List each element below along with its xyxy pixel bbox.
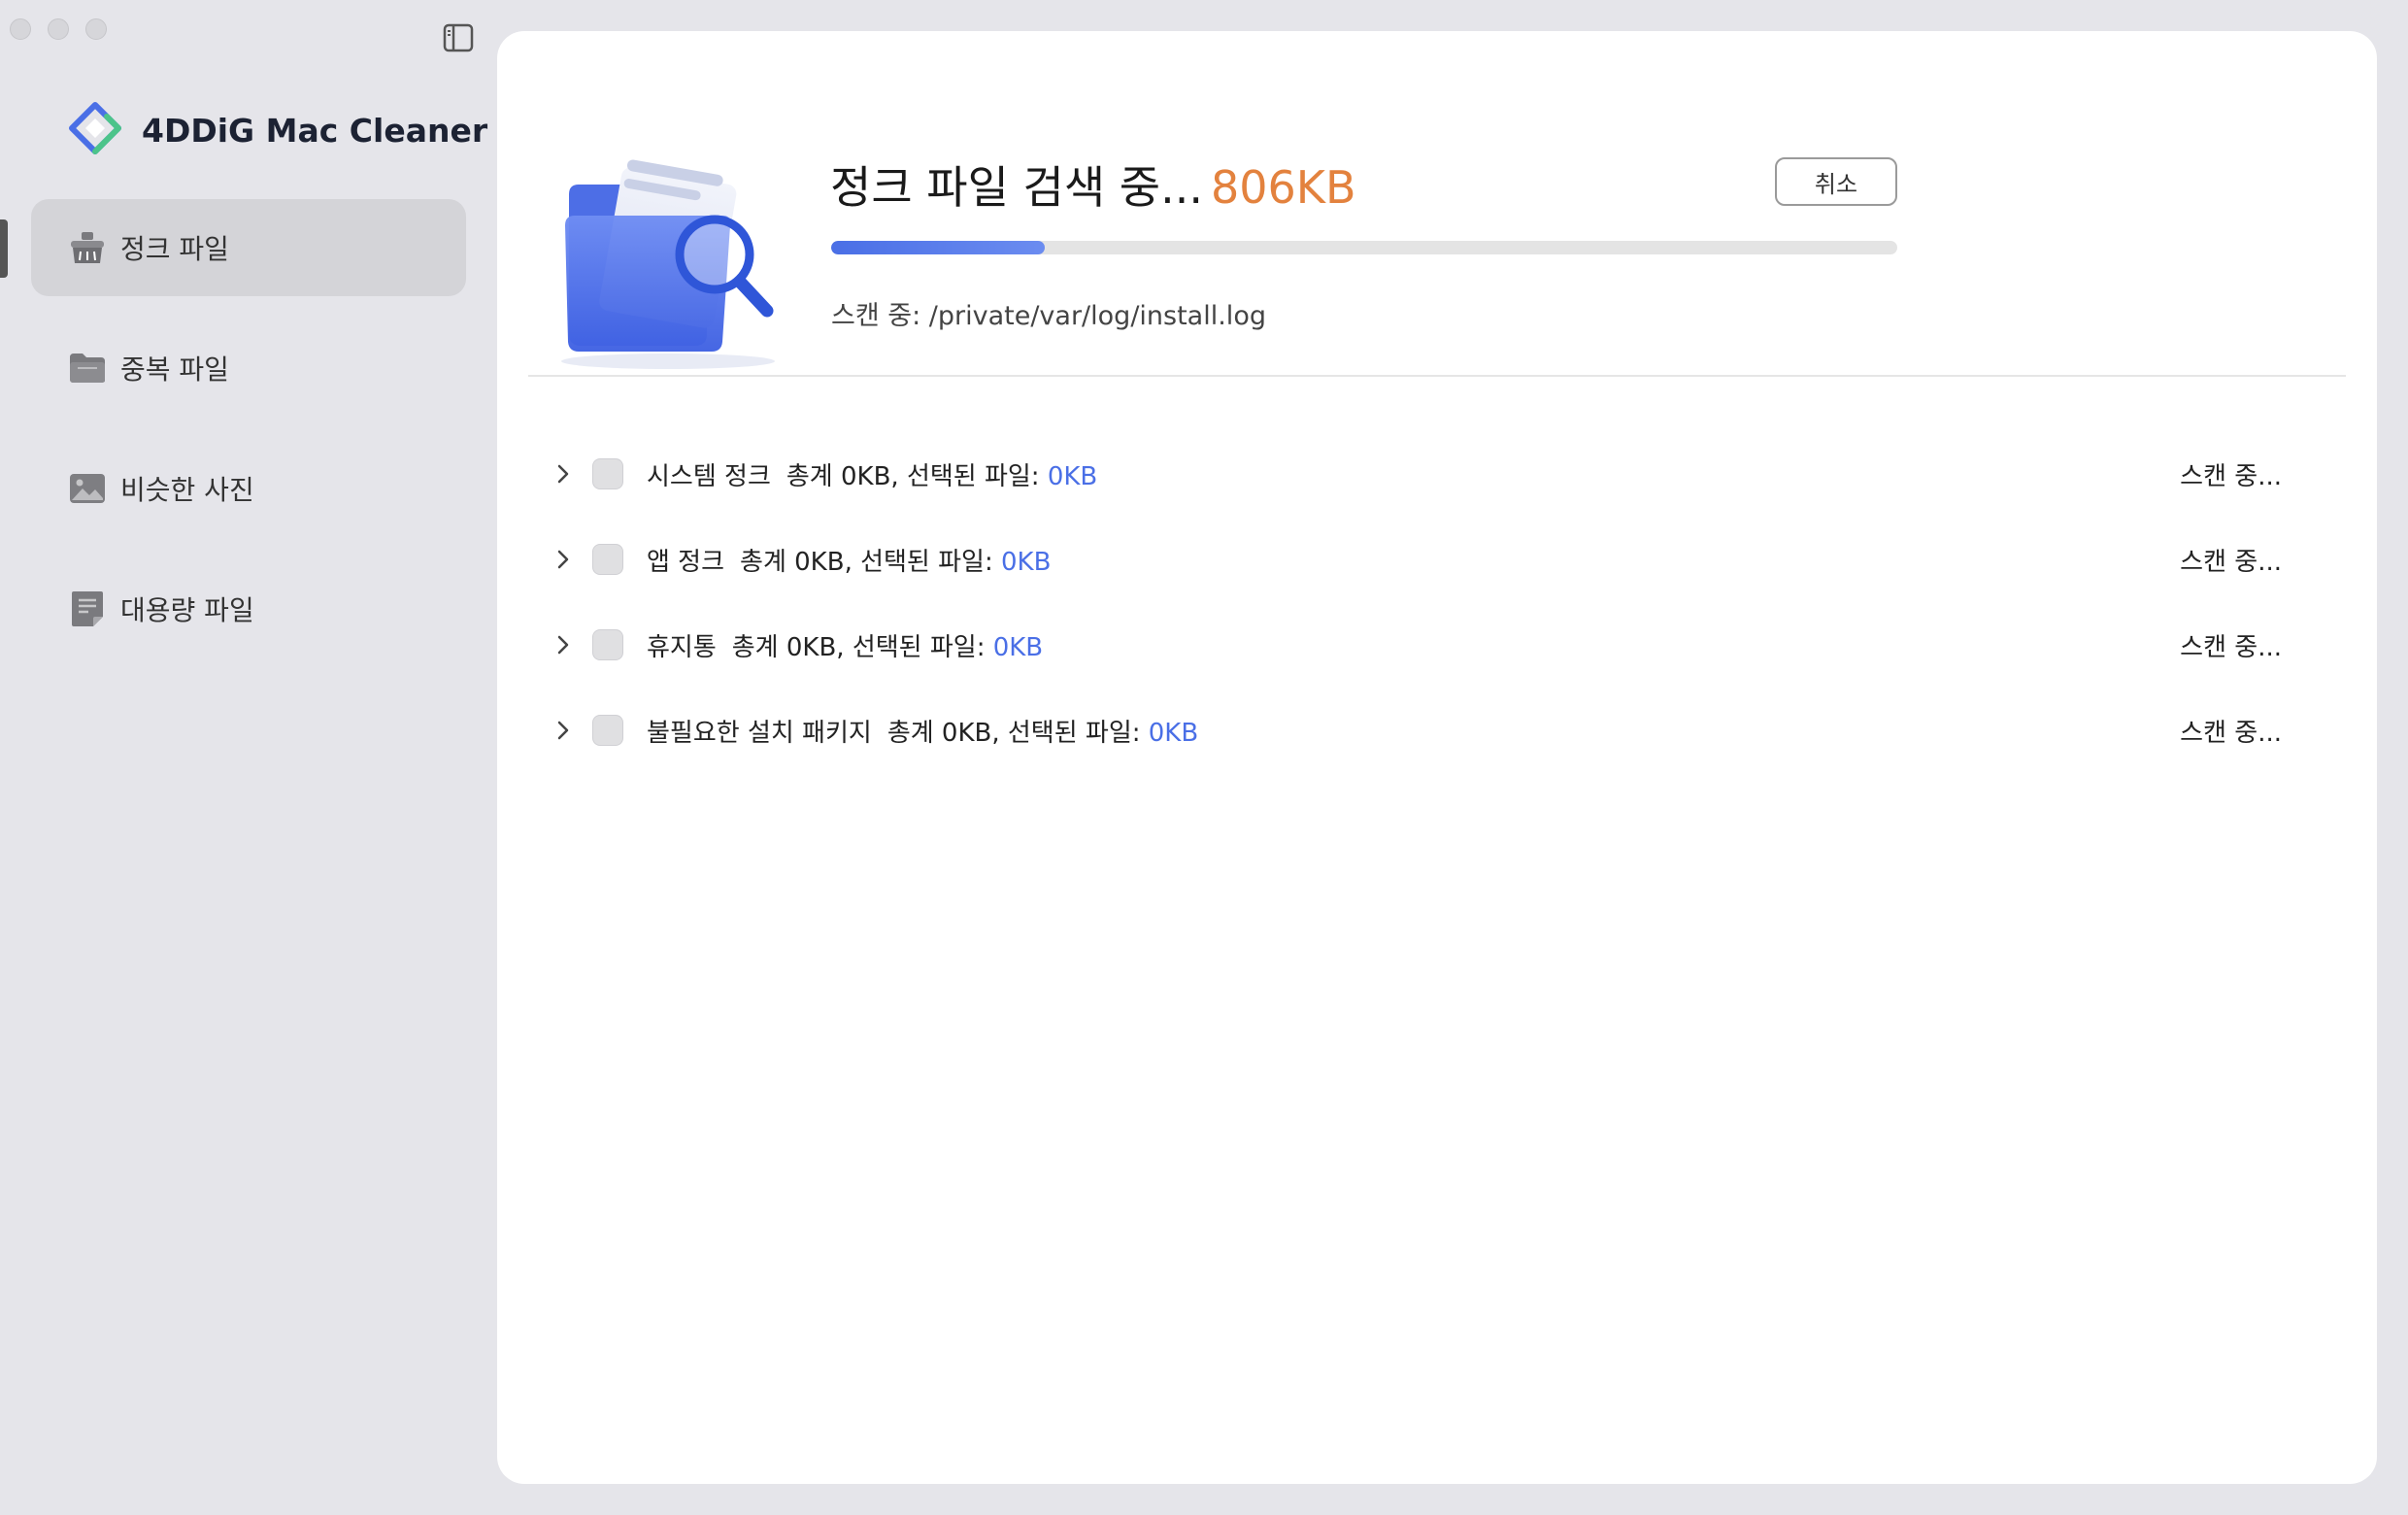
folder-icon — [68, 349, 107, 387]
scan-progress-bar — [831, 241, 1897, 254]
sidebar-item-large-files[interactable]: 대용량 파일 — [31, 560, 466, 657]
minimize-window-button[interactable] — [48, 18, 69, 40]
broom-icon — [68, 228, 107, 267]
category-summary: 총계 0KB, 선택된 파일: — [786, 462, 1048, 491]
category-summary: 총계 0KB, 선택된 파일: — [740, 548, 1001, 577]
category-status: 스캔 중... — [2180, 462, 2282, 491]
folder-search-icon — [552, 140, 804, 383]
scan-title-text: 정크 파일 검색 중... — [830, 161, 1203, 214]
large-file-icon — [68, 589, 107, 628]
chevron-right-icon[interactable] — [552, 629, 575, 660]
app-name: 4DDiG Mac Cleaner — [142, 111, 488, 150]
scan-progress-fill — [831, 241, 1045, 254]
window-controls — [10, 18, 107, 40]
close-window-button[interactable] — [10, 18, 31, 40]
category-info: 불필요한 설치 패키지 총계 0KB, 선택된 파일: 0KB — [647, 713, 1198, 749]
cancel-button[interactable]: 취소 — [1775, 157, 1897, 206]
category-row-install-packages[interactable]: 불필요한 설치 패키지 총계 0KB, 선택된 파일: 0KB 스캔 중... — [497, 688, 2377, 773]
chevron-right-icon[interactable] — [552, 544, 575, 575]
scan-header: 정크 파일 검색 중... 806KB 취소 스캔 중: /private/var… — [497, 31, 2377, 377]
scan-title: 정크 파일 검색 중... 806KB — [830, 152, 1356, 217]
category-selected-size: 0KB — [1000, 548, 1052, 577]
category-checkbox[interactable] — [592, 544, 623, 575]
divider — [528, 375, 2346, 377]
category-status: 스캔 중... — [2180, 719, 2282, 748]
category-checkbox[interactable] — [592, 629, 623, 660]
sidebar-item-label: 대용량 파일 — [120, 594, 254, 626]
category-name: 시스템 정크 — [647, 462, 771, 491]
sidebar-item-similar-photos[interactable]: 비슷한 사진 — [31, 440, 466, 537]
scan-size: 806KB — [1210, 161, 1356, 214]
category-name: 휴지통 — [647, 633, 717, 662]
category-checkbox[interactable] — [592, 715, 623, 746]
sidebar-nav: 정크 파일 중복 파일 비슷한 사진 대용량 파일 — [31, 199, 466, 681]
category-info: 휴지통 총계 0KB, 선택된 파일: 0KB — [647, 627, 1043, 663]
sidebar-item-label: 중복 파일 — [120, 354, 229, 386]
sidebar-item-duplicate-files[interactable]: 중복 파일 — [31, 320, 466, 417]
chevron-right-icon[interactable] — [552, 458, 575, 489]
category-summary: 총계 0KB, 선택된 파일: — [886, 719, 1149, 748]
category-name: 불필요한 설치 패키지 — [647, 719, 872, 748]
4ddig-logo-icon — [68, 101, 122, 159]
category-summary: 총계 0KB, 선택된 파일: — [731, 633, 993, 662]
chevron-right-icon[interactable] — [552, 715, 575, 746]
category-selected-size: 0KB — [1047, 462, 1098, 491]
sidebar-item-junk-files[interactable]: 정크 파일 — [31, 199, 466, 296]
category-selected-size: 0KB — [1148, 719, 1199, 748]
category-status: 스캔 중... — [2180, 548, 2282, 577]
active-indicator — [0, 219, 8, 278]
category-name: 앱 정크 — [647, 548, 725, 577]
category-status: 스캔 중... — [2180, 633, 2282, 662]
zoom-window-button[interactable] — [85, 18, 107, 40]
sidebar-item-label: 비슷한 사진 — [120, 474, 254, 506]
category-info: 시스템 정크 총계 0KB, 선택된 파일: 0KB — [647, 456, 1097, 492]
category-info: 앱 정크 총계 0KB, 선택된 파일: 0KB — [647, 542, 1051, 578]
category-row-app-junk[interactable]: 앱 정크 총계 0KB, 선택된 파일: 0KB 스캔 중... — [497, 517, 2377, 602]
sidebar-item-label: 정크 파일 — [120, 233, 229, 265]
category-row-system-junk[interactable]: 시스템 정크 총계 0KB, 선택된 파일: 0KB 스캔 중... — [497, 431, 2377, 517]
category-list: 시스템 정크 총계 0KB, 선택된 파일: 0KB 스캔 중... 앱 정크 총계… — [497, 431, 2377, 773]
main-panel: 정크 파일 검색 중... 806KB 취소 스캔 중: /private/var… — [497, 31, 2377, 1484]
category-selected-size: 0KB — [992, 633, 1044, 662]
category-row-trash[interactable]: 휴지통 총계 0KB, 선택된 파일: 0KB 스캔 중... — [497, 602, 2377, 688]
category-checkbox[interactable] — [592, 458, 623, 489]
photo-icon — [68, 469, 107, 508]
sidebar-toggle-icon[interactable] — [443, 23, 474, 52]
scan-path: 스캔 중: /private/var/log/install.log — [831, 301, 1266, 331]
brand: 4DDiG Mac Cleaner — [68, 101, 487, 159]
